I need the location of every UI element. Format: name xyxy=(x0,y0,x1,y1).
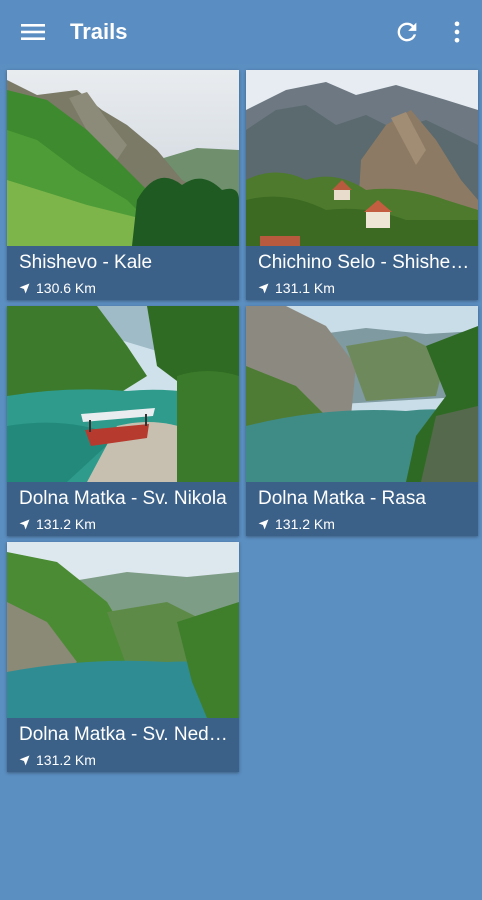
trail-image xyxy=(246,306,478,482)
more-vert-icon[interactable] xyxy=(443,18,471,46)
trail-distance-value: 131.2 Km xyxy=(275,516,335,532)
trail-image xyxy=(7,306,239,482)
trail-info: Dolna Matka - Sv. Nedela 131.2 Km xyxy=(7,718,239,772)
trail-name: Chichino Selo - Shishevo xyxy=(258,252,470,273)
trail-name: Shishevo - Kale xyxy=(19,252,153,273)
refresh-icon[interactable] xyxy=(393,18,421,46)
navigation-arrow-icon xyxy=(19,519,30,529)
trail-image xyxy=(7,542,239,718)
trail-info: Chichino Selo - Shishevo 131.1 Km xyxy=(246,246,478,300)
trail-card[interactable]: Shishevo - Kale 130.6 Km xyxy=(7,70,239,300)
trail-distance-value: 131.1 Km xyxy=(275,280,335,296)
navigation-arrow-icon xyxy=(19,755,30,765)
trail-card[interactable]: Dolna Matka - Sv. Nikola 131.2 Km xyxy=(7,306,239,536)
trail-card[interactable]: Dolna Matka - Rasa 131.2 Km xyxy=(246,306,478,536)
trail-info: Dolna Matka - Rasa 131.2 Km xyxy=(246,482,478,536)
trail-distance: 130.6 Km xyxy=(19,280,96,296)
trail-distance: 131.2 Km xyxy=(258,516,335,532)
trail-distance: 131.1 Km xyxy=(258,280,335,296)
trail-distance-value: 131.2 Km xyxy=(36,752,96,768)
trail-image xyxy=(7,70,239,246)
menu-icon[interactable] xyxy=(16,16,50,48)
trail-card[interactable]: Dolna Matka - Sv. Nedela 131.2 Km xyxy=(7,542,239,772)
trail-image xyxy=(246,70,478,246)
trail-name: Dolna Matka - Sv. Nedela xyxy=(19,724,231,745)
trail-distance: 131.2 Km xyxy=(19,752,96,768)
trail-distance-value: 130.6 Km xyxy=(36,280,96,296)
trail-card[interactable]: Chichino Selo - Shishevo 131.1 Km xyxy=(246,70,478,300)
trail-distance-value: 131.2 Km xyxy=(36,516,96,532)
trail-name: Dolna Matka - Sv. Nikola xyxy=(19,488,227,509)
trail-info: Dolna Matka - Sv. Nikola 131.2 Km xyxy=(7,482,239,536)
app-bar: Trails xyxy=(0,0,482,64)
trail-distance: 131.2 Km xyxy=(19,516,96,532)
trail-info: Shishevo - Kale 130.6 Km xyxy=(7,246,239,300)
trail-name: Dolna Matka - Rasa xyxy=(258,488,426,509)
page-title: Trails xyxy=(70,19,128,44)
navigation-arrow-icon xyxy=(258,519,269,529)
navigation-arrow-icon xyxy=(19,283,30,293)
navigation-arrow-icon xyxy=(258,283,269,293)
